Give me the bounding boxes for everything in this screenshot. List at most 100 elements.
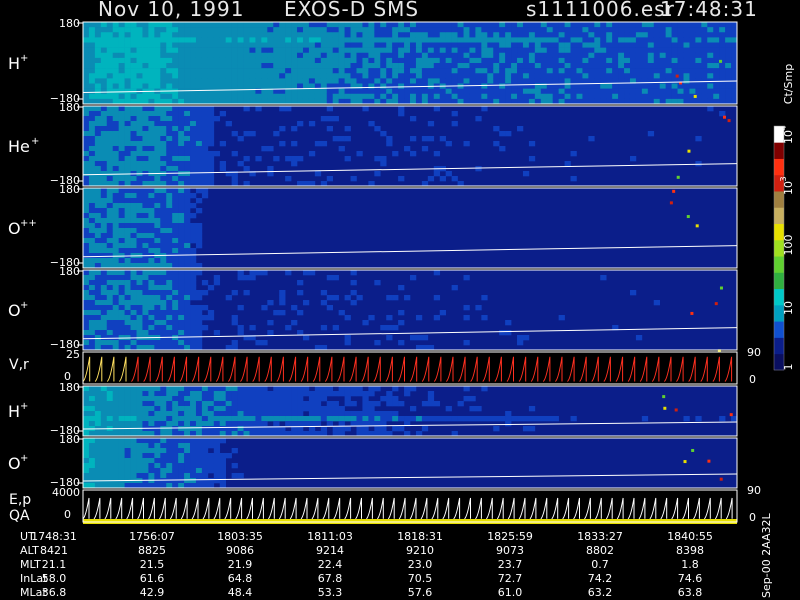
panel-p3-cell (154, 203, 161, 209)
panel-p4-cell (88, 325, 96, 331)
panel-p4-cell (207, 310, 215, 316)
panel-p6-cell (83, 473, 90, 479)
panel-p3-cell (160, 233, 167, 239)
panel-p1-cell (629, 37, 637, 43)
panel-p1-cell (635, 37, 643, 43)
panel-p1-cell (415, 93, 423, 100)
panel-p5-cell (291, 411, 298, 417)
colorbar-tick-label: 10 (782, 181, 795, 195)
panel-p3-cell (88, 203, 96, 209)
panel-p4-cell (261, 270, 268, 276)
panel-p5-cell (160, 416, 167, 422)
panel-p3-cell (154, 198, 161, 204)
panel-p1-cell (380, 52, 387, 59)
panel-p5-cell (172, 416, 179, 422)
panel-p2-cell (166, 116, 173, 122)
panel-p5-cell (178, 426, 185, 432)
panel-p2-cell (166, 141, 173, 147)
panel-p4-cell (178, 280, 185, 286)
panel-p1-cell (291, 83, 298, 89)
panel-p5-cell (160, 386, 167, 392)
panel-p1-cell (493, 22, 500, 28)
panel-p5-cell (225, 386, 232, 392)
panel-p1-cell (653, 83, 661, 89)
panel-p1-cell (404, 37, 411, 43)
panel-p3-cell (190, 213, 197, 219)
panel-p1-cell (172, 78, 179, 84)
panel-p6-cell (94, 458, 102, 464)
panel-p2-cell (451, 121, 458, 127)
panel-p5-cell (195, 396, 203, 402)
panel-p1-cell (350, 22, 357, 28)
panel-p1-cell (285, 47, 292, 54)
panel-p4-cell (112, 335, 119, 341)
panel-p3-cell (160, 258, 167, 264)
panel-p1-cell (683, 88, 690, 95)
panel-p5-cell (148, 396, 155, 402)
panel-p1-cell (314, 68, 322, 74)
panel-p1-cell (534, 57, 542, 64)
panel-p3-cell (195, 208, 203, 214)
panel-p6-cell (195, 473, 203, 479)
panel-p3-cell (190, 253, 197, 259)
panel-p3-cell (178, 198, 185, 204)
panel-p1-cell (267, 42, 274, 48)
panel-p1-cell (136, 32, 143, 38)
panel-p1-cell (190, 52, 197, 59)
panel-p6-cell (148, 443, 155, 449)
panel-p4-cell (166, 325, 173, 331)
panel-p3-cell (94, 238, 102, 244)
panel-p1-cell (100, 63, 108, 69)
panel-p1-cell (320, 57, 328, 64)
panel-p1-cell (463, 42, 470, 48)
panel-p5-cell (427, 396, 435, 402)
panel-p1-cell (618, 63, 625, 69)
panel-p2-cell (142, 106, 149, 112)
panel-p2-cell (94, 106, 102, 112)
panel-p3-cell (190, 238, 197, 244)
panel-p4-cell (142, 270, 149, 276)
panel-p1-cell (362, 32, 369, 38)
panel-p2-cell (100, 126, 108, 132)
panel-p2-cell (94, 161, 102, 167)
panel-p1-cell (606, 42, 613, 48)
panel-p4-cell (106, 270, 114, 276)
panel-p1-cell (457, 27, 464, 33)
panel-p1-cell (445, 42, 452, 48)
panel-p1-cell (546, 37, 553, 43)
panel-p1-cell (338, 68, 345, 74)
panel-p4-cell (297, 280, 304, 286)
panel-p1-cell (594, 93, 601, 100)
panel-p4-cell (136, 315, 143, 321)
panel-p3-cell (100, 228, 108, 234)
panel-p5-cell (410, 406, 417, 412)
panel-p2-cell (112, 171, 119, 177)
panel-p1-cell (445, 93, 452, 100)
panel-p3-cell (154, 213, 161, 219)
panel-p1-cell (635, 88, 643, 95)
panel-p3-cell (112, 203, 119, 209)
panel-p1-cell (106, 42, 114, 48)
panel-p6-cell (207, 443, 215, 449)
panel-p5-cell (261, 416, 268, 422)
panel-p1-cell (612, 98, 619, 105)
panel-p4-cell (94, 290, 102, 296)
panel-p1-cell (517, 22, 524, 28)
panel-p6-cell (213, 438, 221, 444)
panel-p1-cell (534, 47, 542, 54)
ephemeris-value: 9086 (226, 544, 254, 557)
panel-p6-cell (178, 443, 185, 449)
panel-p1-cell (415, 88, 423, 95)
panel-p1-cell (624, 73, 631, 79)
panel-p1-cell (231, 63, 238, 69)
panel-p5-cell (178, 386, 185, 392)
panel-p6-cell (124, 443, 131, 449)
panel-p3-cell (130, 223, 137, 229)
panel-p3-cell (160, 208, 167, 214)
panel-p4-cell (118, 320, 125, 326)
panel-p1-cell (683, 47, 690, 54)
panel-p4-cell (320, 325, 328, 331)
panel-p2-cell (629, 156, 637, 162)
line-panel-ep-left-tick-top: 4000 (52, 486, 80, 499)
panel-p6 (82, 438, 738, 489)
